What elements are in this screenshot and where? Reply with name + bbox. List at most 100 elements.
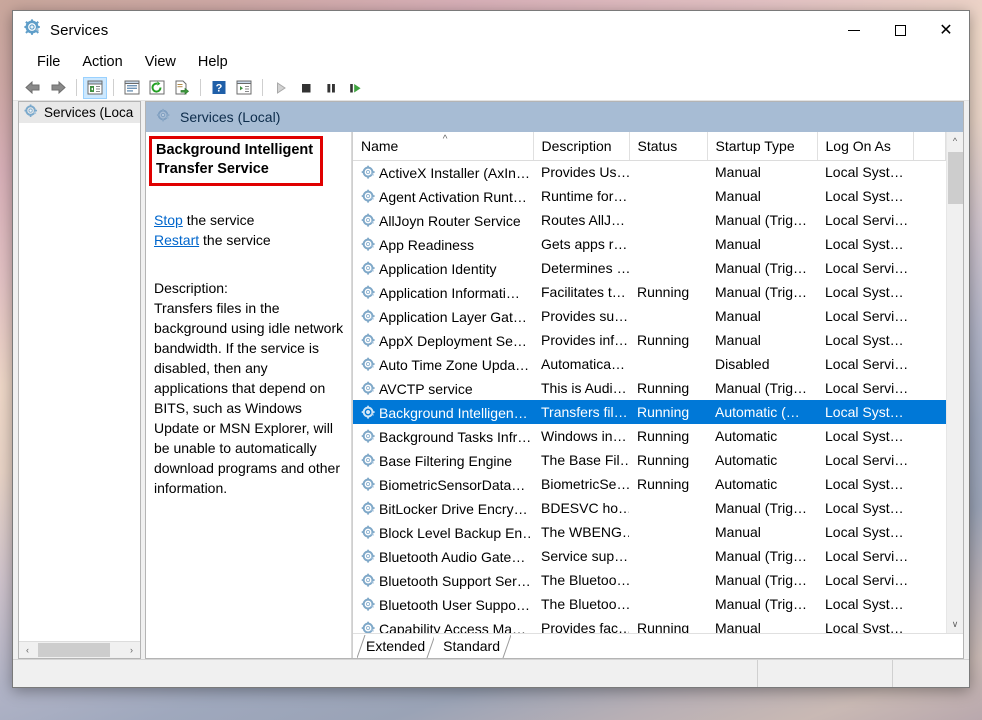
show-action-pane-button[interactable] — [232, 77, 256, 99]
services-list-main: Name ^ Description Status Startup Type L… — [353, 132, 946, 637]
cell-status — [629, 568, 707, 592]
table-row[interactable]: ActiveX Installer (AxIn… Provides Us… Manu… — [353, 160, 946, 184]
cell-name: BitLocker Drive Encry… — [353, 496, 533, 520]
cell-status — [629, 208, 707, 232]
table-row[interactable]: AllJoyn Router Service Routes AllJ… Manual… — [353, 208, 946, 232]
menu-item-file[interactable]: File — [27, 52, 70, 72]
restart-service-button[interactable] — [344, 77, 368, 99]
maximize-button[interactable] — [877, 11, 923, 49]
scroll-right-icon[interactable]: › — [123, 642, 140, 658]
close-button[interactable]: ✕ — [923, 11, 969, 49]
cell-description: Provides su… — [541, 308, 629, 324]
tab-extended[interactable]: Extended — [357, 635, 436, 658]
maximize-icon — [894, 24, 906, 36]
export-list-button[interactable] — [170, 77, 194, 99]
service-name-label: Block Level Backup En… — [379, 524, 533, 541]
cell-log-on-as: Local Servi… — [825, 548, 909, 564]
service-detail-panel: Background Intelligent Transfer Service … — [146, 132, 352, 658]
menu-item-view[interactable]: View — [135, 52, 186, 72]
help-button[interactable]: ? — [207, 77, 231, 99]
cell-filler — [913, 184, 946, 208]
table-row[interactable]: Application Informati… Facilitates t… Runn… — [353, 280, 946, 304]
show-hide-console-tree-button[interactable] — [83, 76, 107, 99]
cell-log-on-as: Local Syst… — [817, 400, 913, 424]
table-row[interactable]: Bluetooth Support Ser… The Bluetoo… Manual… — [353, 568, 946, 592]
scroll-left-icon[interactable]: ‹ — [19, 642, 36, 658]
tab-edge-left — [357, 635, 366, 658]
cell-log-on-as: Local Syst… — [825, 164, 904, 181]
scroll-track[interactable] — [36, 642, 123, 658]
service-action-links: Stop the service Restart the service — [154, 210, 344, 250]
scroll-track[interactable] — [947, 149, 963, 616]
scroll-thumb[interactable] — [38, 643, 110, 657]
forward-button[interactable] — [46, 77, 70, 99]
restart-service-link[interactable]: Restart — [154, 232, 199, 248]
refresh-button[interactable] — [145, 77, 169, 99]
table-row[interactable]: BitLocker Drive Encry… BDESVC ho… Manual (… — [353, 496, 946, 520]
table-row[interactable]: App Readiness Gets apps r… Manual Local Sys… — [353, 232, 946, 256]
column-header-description[interactable]: Description — [533, 132, 630, 161]
menu-item-help[interactable]: Help — [188, 52, 238, 72]
tree-item-services-local[interactable]: Services (Loca — [19, 102, 140, 123]
table-row[interactable]: Base Filtering Engine The Base Fil… Runnin… — [353, 448, 946, 472]
cell-filler — [913, 568, 946, 592]
column-header-log-on-as[interactable]: Log On As — [817, 132, 914, 161]
column-label: Name — [361, 137, 399, 154]
view-tabs: Extended Standard — [353, 633, 963, 658]
cell-log-on-as: Local Servi… — [825, 380, 909, 396]
cell-status: Running — [637, 332, 690, 348]
cell-startup-type: Manual (Trig… — [715, 284, 808, 300]
status-cell-2 — [758, 660, 893, 687]
cell-name: AllJoyn Router Service — [353, 208, 533, 232]
scroll-down-icon[interactable]: ∨ — [947, 616, 963, 633]
service-gear-icon — [361, 237, 375, 251]
table-row[interactable]: Background Tasks Infr… Windows in… Running… — [353, 424, 946, 448]
start-service-button[interactable] — [269, 77, 293, 99]
properties-button[interactable] — [120, 77, 144, 99]
table-row[interactable]: Block Level Backup En… The WBENG… Manual Lo… — [353, 520, 946, 544]
cell-status — [629, 160, 707, 184]
cell-filler — [913, 160, 946, 184]
table-row[interactable]: BiometricSensorData… BiometricSe… Running A… — [353, 472, 946, 496]
table-row[interactable]: Application Layer Gat… Provides su… Manual… — [353, 304, 946, 328]
table-row[interactable]: Bluetooth User Suppo… The Bluetoo… Manual … — [353, 592, 946, 616]
menu-item-action[interactable]: Action — [72, 52, 132, 72]
stop-service-link[interactable]: Stop — [154, 212, 183, 228]
stop-service-link-row: Stop the service — [154, 210, 344, 230]
cell-description: Determines … — [541, 260, 629, 276]
cell-name: Base Filtering Engine — [353, 448, 533, 472]
table-row[interactable]: Agent Activation Runt… Runtime for… Manual… — [353, 184, 946, 208]
table-row[interactable]: AppX Deployment Se… Provides inf… Running M… — [353, 328, 946, 352]
restart-icon — [350, 83, 361, 92]
service-gear-icon — [361, 477, 375, 491]
scroll-thumb[interactable] — [948, 152, 963, 204]
tab-standard[interactable]: Standard — [434, 635, 511, 658]
back-button[interactable] — [21, 77, 45, 99]
title-bar: Services ✕ — [13, 11, 969, 49]
minimize-button[interactable] — [831, 11, 877, 49]
back-icon — [25, 80, 40, 95]
services-list-vertical-scrollbar[interactable]: ^ ∨ — [946, 132, 963, 633]
table-row[interactable]: Auto Time Zone Upda… Automatica… Disabled L… — [353, 352, 946, 376]
cell-log-on-as: Local Syst… — [825, 428, 904, 444]
restart-link-suffix: the service — [199, 232, 271, 248]
detail-divider — [351, 132, 352, 658]
pause-service-button[interactable] — [319, 77, 343, 99]
forward-icon — [51, 80, 66, 95]
cell-startup-type: Manual — [715, 164, 761, 181]
minimize-icon — [848, 29, 860, 31]
column-header-status[interactable]: Status — [629, 132, 708, 161]
column-header-startup-type[interactable]: Startup Type — [707, 132, 818, 161]
table-row[interactable]: Background Intelligen… Transfers fil… Runn… — [353, 400, 946, 424]
scroll-up-icon[interactable]: ^ — [947, 132, 963, 149]
action-pane-icon — [236, 80, 252, 95]
column-header-name[interactable]: Name ^ — [353, 132, 534, 161]
service-name-label: AVCTP service — [379, 380, 473, 397]
cell-startup-type: Manual — [715, 188, 761, 204]
services-gear-icon — [24, 19, 41, 41]
table-row[interactable]: Bluetooth Audio Gate… Service sup… Manual … — [353, 544, 946, 568]
table-row[interactable]: Application Identity Determines … Manual (… — [353, 256, 946, 280]
stop-service-button[interactable] — [294, 77, 318, 99]
table-row[interactable]: AVCTP service This is Audi… Running Manual … — [353, 376, 946, 400]
tree-horizontal-scrollbar[interactable]: ‹ › — [19, 641, 140, 658]
